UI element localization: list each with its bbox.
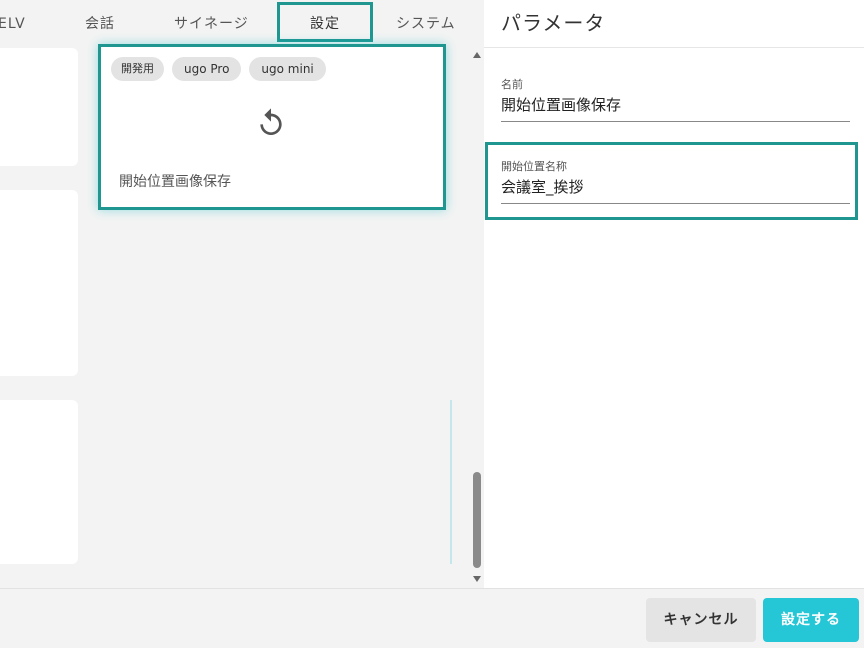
scrollbar[interactable] [471,48,483,588]
cancel-button[interactable]: キャンセル [646,598,756,642]
tab-system[interactable]: システム [396,0,456,48]
restore-icon [255,107,287,139]
tag-chip: ugo mini [249,57,326,81]
tag-chip: 開発用 [111,57,164,81]
tag-chip: ugo Pro [172,57,242,81]
action-list-area: ELV 会話 サイネージ 設定 システム 開発用 ugo Pro ugo min… [0,0,484,588]
save-button[interactable]: 設定する [763,598,859,642]
name-input[interactable]: 開始位置画像保存 [501,94,850,122]
divider [450,400,452,564]
tab-elv[interactable]: ELV [0,0,26,48]
scroll-down-arrow-icon[interactable] [473,576,481,582]
tab-settings[interactable]: 設定 [277,2,373,42]
action-card[interactable] [0,48,78,166]
panel-title: パラメータ [484,0,864,48]
scrollbar-thumb[interactable] [473,472,481,568]
field-label: 開始位置名称 [501,160,567,173]
scroll-up-arrow-icon[interactable] [473,52,481,58]
action-card[interactable] [0,400,78,564]
tag-chips: 開発用 ugo Pro ugo mini [111,57,326,81]
action-card-selected[interactable]: 開発用 ugo Pro ugo mini 開始位置画像保存 [98,44,446,210]
start-position-name-field[interactable]: 開始位置名称 会議室_挨拶 [501,158,850,204]
parameter-panel: パラメータ 名前 開始位置画像保存 開始位置名称 会議室_挨拶 [484,0,864,588]
tab-signage[interactable]: サイネージ [174,0,249,48]
action-card-label: 開始位置画像保存 [119,174,231,190]
action-card[interactable] [0,190,78,376]
name-field[interactable]: 名前 開始位置画像保存 [501,76,850,122]
start-position-name-input[interactable]: 会議室_挨拶 [501,176,850,204]
tab-conversation[interactable]: 会話 [85,0,115,48]
footer: キャンセル 設定する [0,588,864,648]
category-tabs: ELV 会話 サイネージ 設定 システム [0,0,484,48]
field-label: 名前 [501,78,523,91]
